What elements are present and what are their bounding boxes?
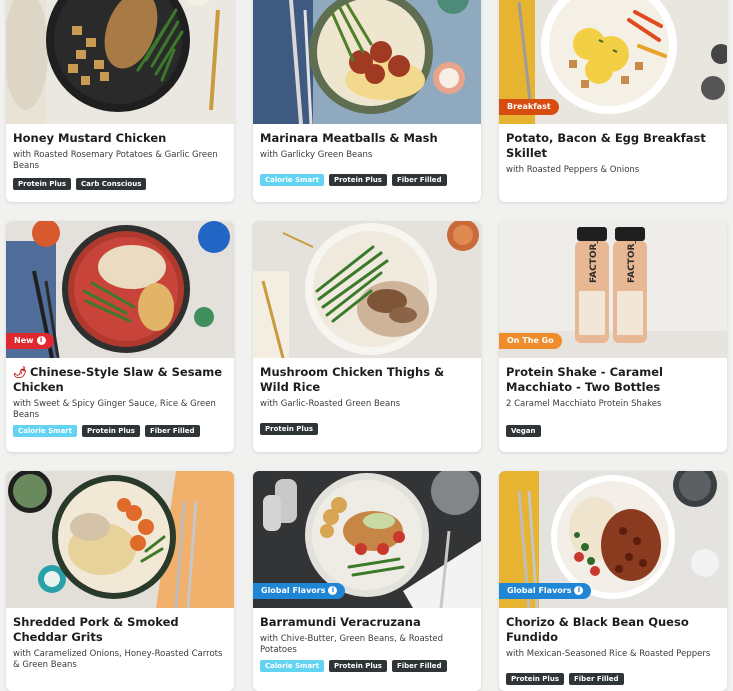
chili-pepper-icon: 🌶 [13, 366, 27, 379]
tag-protein-plus: Protein Plus [260, 423, 318, 435]
meal-card[interactable]: Breakfast Potato, Bacon & Egg Breakfast … [499, 0, 727, 202]
meal-subtitle: with Roasted Rosemary Potatoes & Garlic … [13, 150, 218, 171]
meal-tags: Protein Plus Carb Conscious [13, 178, 227, 190]
meal-image: Global Flavors i [253, 471, 481, 608]
meal-tags: Calorie Smart Protein Plus Fiber Filled [13, 425, 227, 437]
meal-card[interactable]: Mushroom Chicken Thighs & Wild Rice with… [253, 221, 481, 452]
meal-tags: Protein Plus [260, 423, 474, 435]
meal-tags: Protein Plus Fiber Filled [506, 673, 720, 685]
meal-image [253, 0, 481, 124]
badge-new: New i [6, 333, 54, 349]
badge-global-flavors: Global Flavors i [499, 583, 592, 599]
meal-image: FACTOR_ FACTOR_ On The Go [499, 221, 727, 358]
meal-subtitle: with Caramelized Onions, Honey-Roasted C… [13, 649, 223, 670]
meal-grid: Honey Mustard Chicken with Roasted Rosem… [0, 0, 733, 691]
meal-card[interactable]: Honey Mustard Chicken with Roasted Rosem… [6, 0, 234, 202]
meal-subtitle: with Chive-Butter, Green Beans, & Roaste… [260, 634, 444, 655]
meal-title[interactable]: Shredded Pork & Smoked Cheddar Grits [13, 615, 227, 645]
meal-image: Breakfast [499, 0, 727, 124]
info-icon[interactable]: i [36, 336, 46, 345]
meal-title[interactable]: 🌶 Chinese-Style Slaw & Sesame Chicken [13, 365, 227, 395]
meal-tags: Calorie Smart Protein Plus Fiber Filled [260, 174, 474, 186]
meal-subtitle: with Sweet & Spicy Ginger Sauce, Rice & … [13, 399, 216, 420]
meal-title[interactable]: Chorizo & Black Bean Queso Fundido [506, 615, 720, 645]
bottle-brand-text: FACTOR_ [627, 239, 637, 283]
tag-calorie-smart: Calorie Smart [13, 425, 77, 437]
badge-global-flavors: Global Flavors i [253, 583, 346, 599]
tag-fiber-filled: Fiber Filled [569, 673, 624, 685]
meal-card[interactable]: FACTOR_ FACTOR_ On The Go Protein Shake … [499, 221, 727, 452]
meal-title[interactable]: Barramundi Veracruzana [260, 615, 474, 630]
meal-image [253, 221, 481, 358]
meal-title[interactable]: Protein Shake - Caramel Macchiato - Two … [506, 365, 720, 395]
meal-subtitle: with Garlicky Green Beans [260, 150, 373, 160]
info-icon[interactable]: i [574, 586, 584, 595]
meal-title[interactable]: Potato, Bacon & Egg Breakfast Skillet [506, 131, 720, 161]
tag-protein-plus: Protein Plus [13, 178, 71, 190]
meal-image: Global Flavors i [499, 471, 727, 608]
badge-label: New [14, 336, 34, 345]
meal-subtitle: 2 Caramel Macchiato Protein Shakes [506, 399, 662, 409]
meal-card[interactable]: Marinara Meatballs & Mash with Garlicky … [253, 0, 481, 202]
meal-card[interactable]: Global Flavors i Chorizo & Black Bean Que… [499, 471, 727, 691]
badge-breakfast: Breakfast [499, 99, 559, 115]
badge-label: Global Flavors [261, 586, 326, 595]
meal-title-text: Chinese-Style Slaw & Sesame Chicken [13, 365, 223, 394]
tag-fiber-filled: Fiber Filled [391, 660, 447, 672]
meal-subtitle: with Mexican-Seasoned Rice & Roasted Pep… [506, 649, 711, 659]
meal-title[interactable]: Mushroom Chicken Thighs & Wild Rice [260, 365, 474, 395]
tag-fiber-filled: Fiber Filled [144, 425, 200, 437]
tag-protein-plus: Protein Plus [328, 174, 387, 186]
meal-card[interactable]: Global Flavors i Barramundi Veracruzana w… [253, 471, 481, 691]
meal-image: New i [6, 221, 234, 358]
tag-carb-conscious: Carb Conscious [76, 178, 147, 190]
meal-card[interactable]: New i 🌶 Chinese-Style Slaw & Sesame Chicke… [6, 221, 234, 452]
meal-tags: Vegan [506, 425, 720, 437]
meal-title[interactable]: Marinara Meatballs & Mash [260, 131, 474, 146]
meal-title[interactable]: Honey Mustard Chicken [13, 131, 227, 146]
meal-image [6, 471, 234, 608]
tag-protein-plus: Protein Plus [81, 425, 140, 437]
tag-calorie-smart: Calorie Smart [260, 660, 324, 672]
tag-vegan: Vegan [506, 425, 541, 437]
bottle-brand-text: FACTOR_ [589, 239, 599, 283]
meal-image [6, 0, 234, 124]
badge-label: Global Flavors [507, 586, 572, 595]
meal-tags: Calorie Smart Protein Plus Fiber Filled [260, 660, 474, 672]
info-icon[interactable]: i [328, 586, 338, 595]
tag-fiber-filled: Fiber Filled [391, 174, 447, 186]
badge-on-the-go: On The Go [499, 333, 562, 349]
meal-subtitle: with Roasted Peppers & Onions [506, 165, 640, 175]
tag-protein-plus: Protein Plus [506, 673, 564, 685]
meal-card[interactable]: Shredded Pork & Smoked Cheddar Grits wit… [6, 471, 234, 691]
tag-protein-plus: Protein Plus [328, 660, 387, 672]
meal-subtitle: with Garlic-Roasted Green Beans [260, 399, 401, 409]
tag-calorie-smart: Calorie Smart [260, 174, 324, 186]
